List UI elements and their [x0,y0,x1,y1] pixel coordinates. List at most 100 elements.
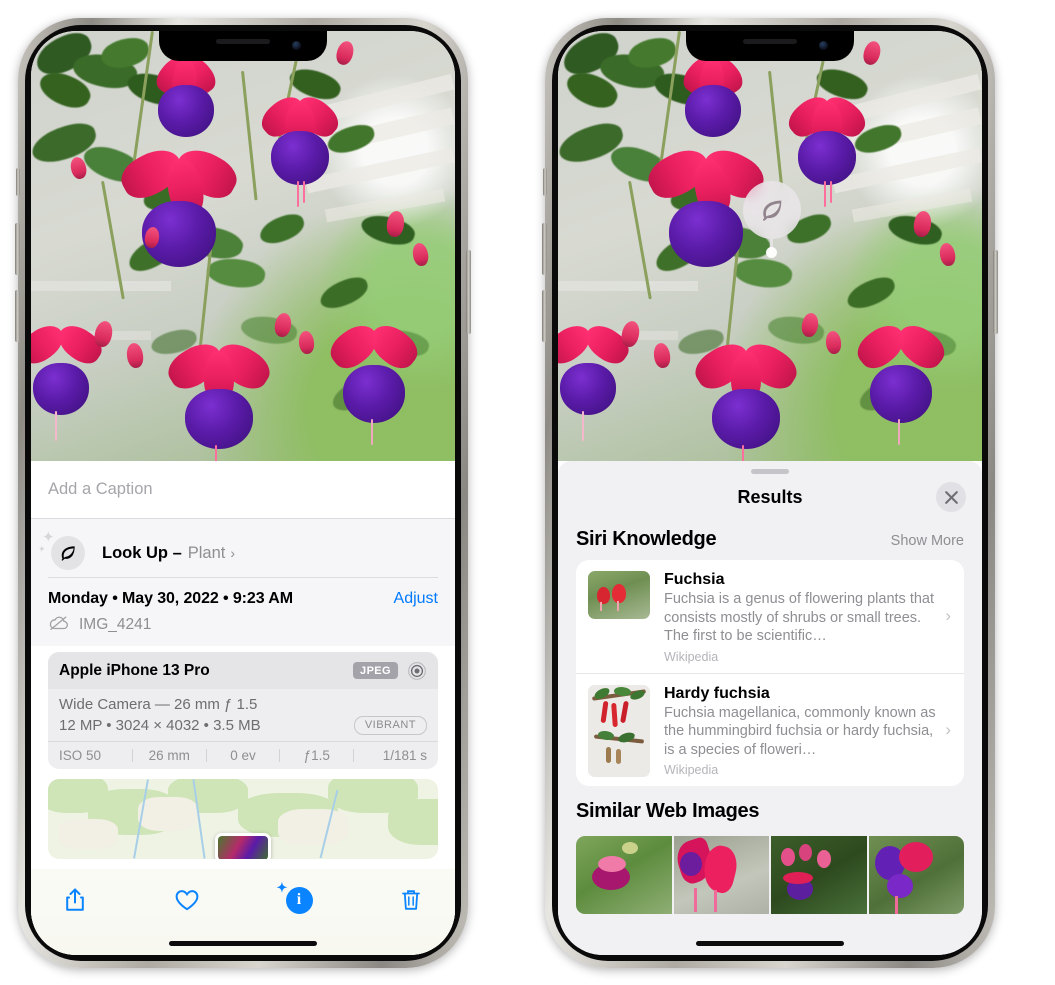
similar-web-images-strip [558,836,982,915]
knowledge-title: Fuchsia [664,571,725,588]
photo-date: Monday • May 30, 2022 • 9:23 AM [48,589,293,607]
volume-up-button[interactable] [15,223,20,275]
flower [151,50,221,149]
knowledge-thumbnail [588,571,650,619]
info-button[interactable]: ✦ i [277,880,317,917]
knowledge-source: Wikipedia [664,649,719,664]
flower [324,317,424,445]
share-button[interactable] [57,883,93,917]
phone-screen-right: Results Siri Knowledge Show More Fuchsia… [558,31,982,955]
photographic-style-badge: VIBRANT [353,715,427,735]
sparkle-icon-small: ✦ [38,544,46,554]
photo-viewer[interactable] [31,31,455,461]
caption-field[interactable]: Add a Caption [31,461,455,519]
screenshot-canvas: Add a Caption ✦ ✦ Look Up – Plant › Mond… [0,0,1055,985]
date-section: Monday • May 30, 2022 • 9:23 AM Adjust I… [31,577,455,646]
file-name: IMG_4241 [79,616,152,633]
look-up-subject: Plant [187,543,226,562]
notch [686,31,854,61]
delete-button[interactable] [393,883,429,917]
camera-device: Apple iPhone 13 Pro [59,661,210,679]
knowledge-description: Fuchsia magellanica, commonly known as t… [664,704,936,758]
phone-screen-left: Add a Caption ✦ ✦ Look Up – Plant › Mond… [31,31,455,955]
chevron-right-icon: › [945,719,951,739]
power-button[interactable] [466,250,471,334]
flower [688,335,804,461]
section-title: Siri Knowledge [576,528,717,550]
chevron-right-icon: › [230,545,236,561]
web-image-thumbnail[interactable] [673,836,769,915]
favorite-button[interactable] [169,883,205,917]
knowledge-row[interactable]: Fuchsia Fuchsia is a genus of flowering … [576,560,964,673]
web-image-thumbnail[interactable] [771,836,867,915]
similar-web-images-header: Similar Web Images [558,786,982,832]
results-sheet: Results Siri Knowledge Show More Fuchsia… [558,461,982,955]
stat-ev: 0 ev [230,747,256,763]
show-more-button[interactable]: Show More [891,533,964,549]
caption-placeholder: Add a Caption [48,480,153,498]
lookup-icon-wrap: ✦ ✦ [38,530,88,573]
earpiece-speaker [216,39,270,44]
lookup-section: ✦ ✦ Look Up – Plant › [31,519,455,578]
front-camera [292,41,301,50]
flower [161,335,277,461]
iphone-right: Results Siri Knowledge Show More Fuchsia… [542,18,998,968]
flower [782,89,872,207]
stat-focal: 26 mm [148,747,190,763]
volume-up-button[interactable] [542,223,547,275]
stat-iso: ISO 50 [59,747,102,763]
aperture-icon [407,661,427,681]
look-up-row[interactable]: ✦ ✦ Look Up – Plant › [38,529,438,577]
home-indicator[interactable] [696,941,844,946]
knowledge-source: Wikipedia [664,763,719,778]
leaf-icon [51,536,85,570]
sparkle-icon: ✦ [276,879,288,895]
knowledge-description: Fuchsia is a genus of flowering plants t… [664,591,935,645]
exif-header: Apple iPhone 13 Pro JPEG [48,651,438,689]
adjust-button[interactable]: Adjust [394,590,438,608]
silent-switch[interactable] [543,168,547,196]
flower [851,317,951,445]
chevron-right-icon: › [945,606,951,626]
image-size: 12 MP • 3024 × 4032 • 3.5 MB [59,716,261,734]
results-title: Results [737,486,803,507]
section-title: Similar Web Images [576,800,760,823]
knowledge-card-list: Fuchsia Fuchsia is a genus of flowering … [576,560,964,787]
earpiece-speaker [743,39,797,44]
results-header: Results [558,474,982,520]
knowledge-text: Hardy fuchsia Fuchsia magellanica, commo… [650,685,952,778]
format-badge: JPEG [353,662,398,679]
home-indicator[interactable] [169,941,317,946]
exif-card[interactable]: Apple iPhone 13 Pro JPEG Wide Camera — 2… [48,651,438,769]
flower [31,318,108,441]
web-image-thumbnail[interactable] [868,836,964,915]
siri-knowledge-header: Siri Knowledge Show More [558,520,982,560]
photo-location-pin [215,832,271,859]
web-image-thumbnail[interactable] [576,836,672,915]
flower [678,50,748,149]
photo-info-sheet: Add a Caption ✦ ✦ Look Up – Plant › Mond… [31,461,455,955]
knowledge-thumbnail [588,684,650,777]
iphone-left: Add a Caption ✦ ✦ Look Up – Plant › Mond… [15,18,471,968]
power-button[interactable] [993,250,998,334]
location-map[interactable] [48,778,438,859]
flower-primary [114,141,244,279]
exif-body: Wide Camera — 26 mm ƒ 1.5 12 MP • 3024 ×… [48,689,438,741]
close-button[interactable] [936,482,966,512]
lens-description: Wide Camera — 26 mm ƒ 1.5 [59,695,258,713]
volume-down-button[interactable] [542,290,547,342]
look-up-label: Look Up – [102,543,182,562]
notch [159,31,327,61]
knowledge-row[interactable]: Hardy fuchsia Fuchsia magellanica, commo… [576,672,964,787]
volume-down-button[interactable] [15,290,20,342]
visual-look-up-anchor-dot [766,247,777,258]
flower [255,89,345,207]
visual-look-up-badge[interactable] [743,181,801,239]
stat-shutter: 1/181 s [382,747,427,763]
knowledge-text: Fuchsia Fuchsia is a genus of flowering … [650,571,952,664]
exif-stats-row: ISO 50 26 mm 0 ev ƒ1.5 1/181 s [48,740,438,769]
silent-switch[interactable] [16,168,20,196]
front-camera [819,41,828,50]
flower [558,318,635,441]
photo-viewer[interactable] [558,31,982,461]
